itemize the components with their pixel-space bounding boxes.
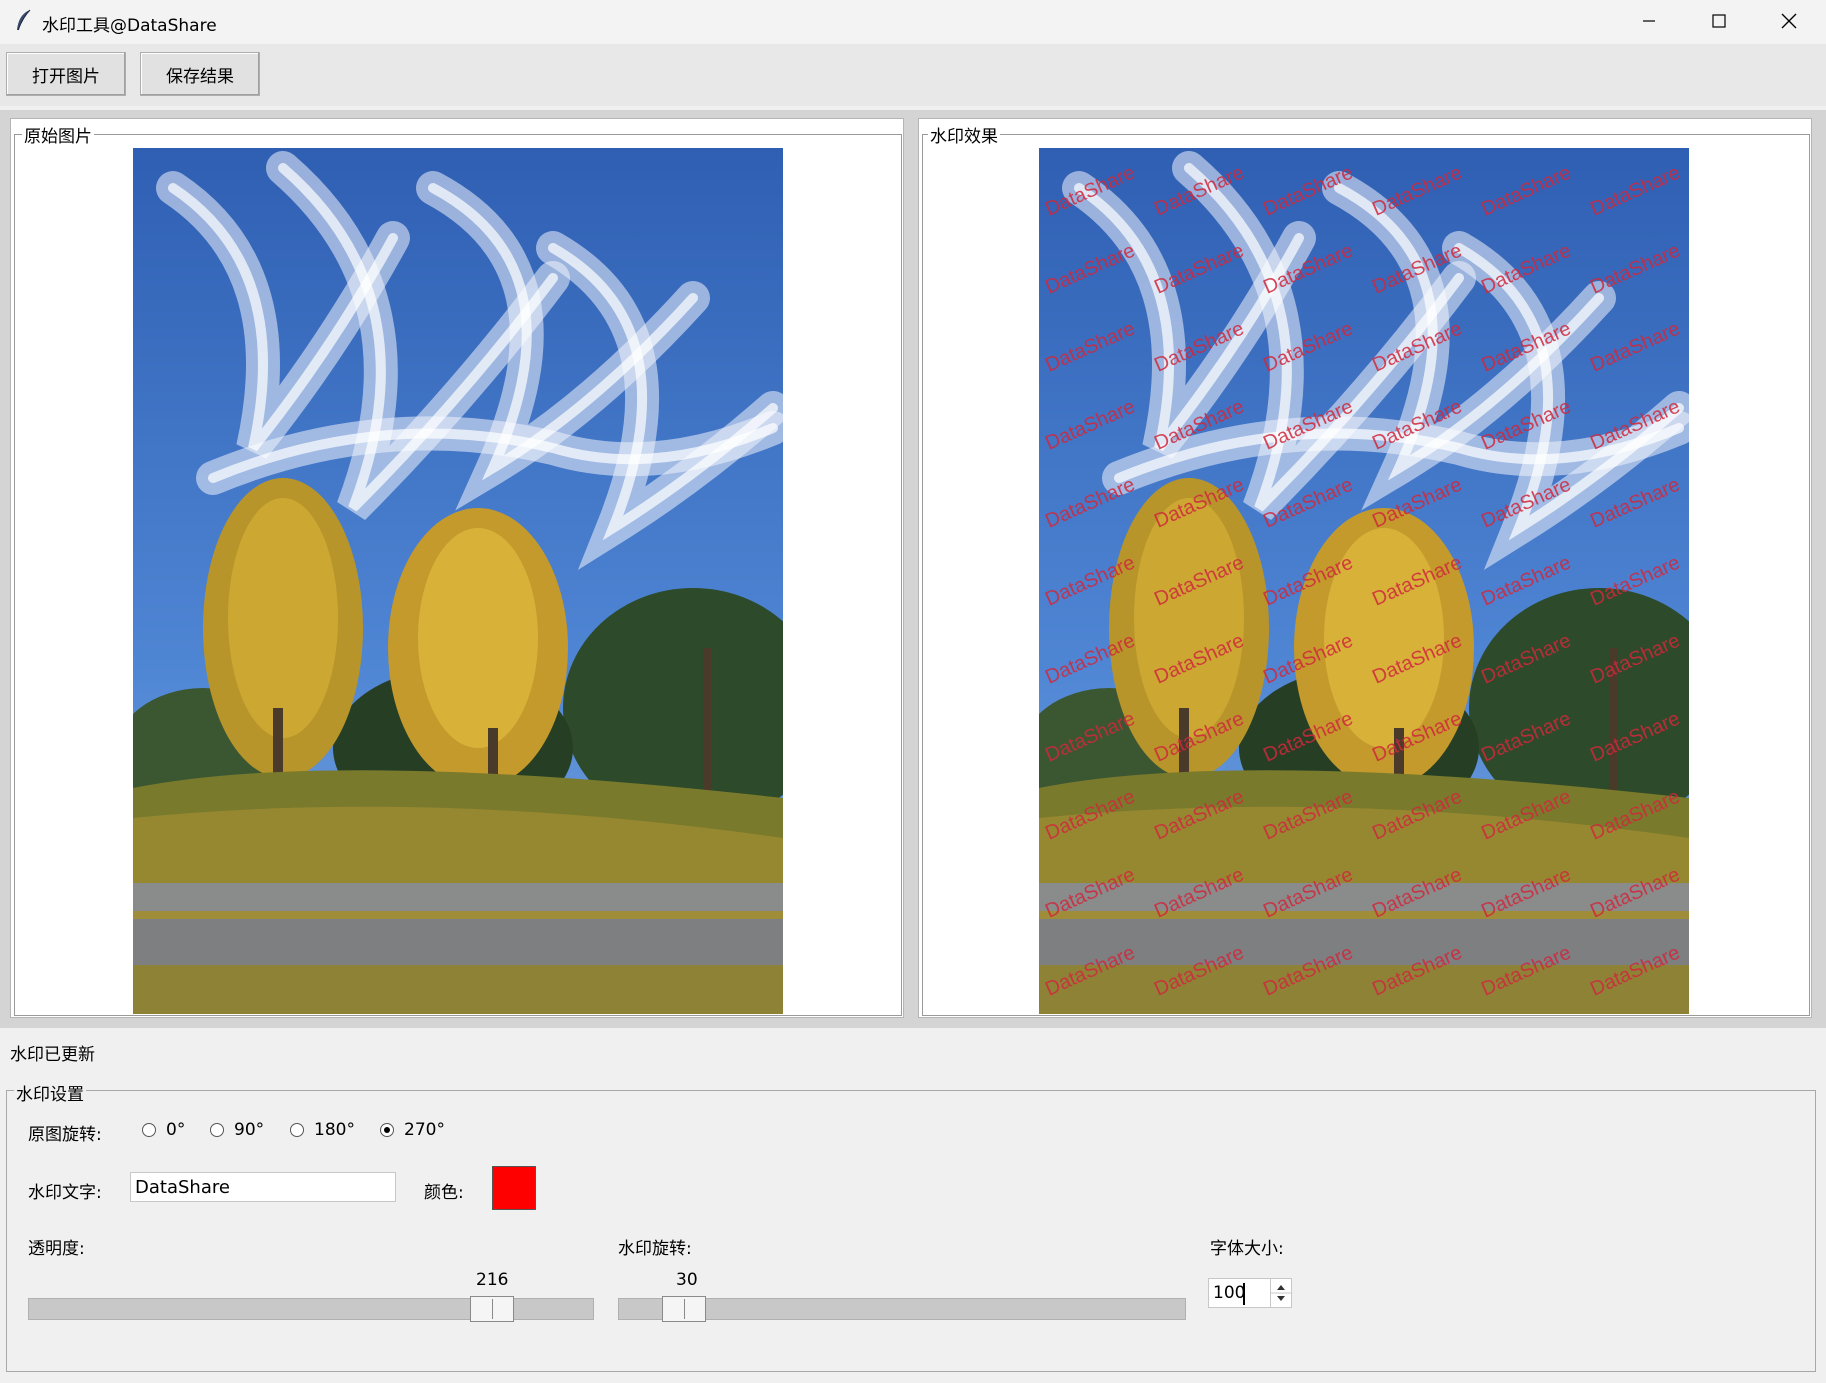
watermark-text-input[interactable] <box>130 1172 396 1202</box>
settings-group-label: 水印设置 <box>14 1080 86 1105</box>
rotation-radio-180[interactable]: 180° <box>290 1120 355 1140</box>
result-panel-label: 水印效果 <box>928 122 1000 147</box>
settings-group <box>6 1090 1816 1372</box>
feather-icon <box>12 8 34 34</box>
font-size-label: 字体大小: <box>1210 1239 1284 1259</box>
save-result-button[interactable]: 保存结果 <box>140 52 260 96</box>
color-swatch-button[interactable] <box>492 1166 536 1210</box>
rotation-radio-0[interactable]: 0° <box>142 1120 185 1140</box>
maximize-icon <box>1712 14 1726 28</box>
font-size-spinbox[interactable]: 100 <box>1208 1278 1292 1308</box>
opacity-slider-handle[interactable] <box>470 1296 515 1322</box>
close-icon <box>1781 13 1797 29</box>
toolbar <box>0 44 1826 106</box>
opacity-value: 216 <box>476 1270 509 1290</box>
radio-circle <box>210 1123 224 1137</box>
color-label: 颜色: <box>424 1183 464 1203</box>
opacity-label: 透明度: <box>28 1239 85 1259</box>
text-caret <box>1243 1283 1245 1305</box>
watermark-text-label: 水印文字: <box>28 1183 102 1203</box>
radio-circle <box>142 1123 156 1137</box>
original-image <box>133 148 783 1014</box>
watermark-rotation-label: 水印旋转: <box>618 1239 692 1259</box>
radio-circle <box>290 1123 304 1137</box>
spin-buttons <box>1270 1279 1291 1307</box>
radio-label: 180° <box>314 1120 355 1140</box>
window-title: 水印工具@DataShare <box>42 16 217 36</box>
rotation-label: 原图旋转: <box>28 1125 102 1145</box>
rotation-radio-270[interactable]: 270° <box>380 1120 445 1140</box>
maximize-button[interactable] <box>1684 0 1754 42</box>
radio-label: 270° <box>404 1120 445 1140</box>
close-button[interactable] <box>1754 0 1824 42</box>
minimize-button[interactable] <box>1614 0 1684 42</box>
spin-down-icon[interactable] <box>1277 1296 1285 1301</box>
watermark-rotation-slider-handle[interactable] <box>661 1296 706 1322</box>
font-size-value: 100 <box>1213 1283 1246 1303</box>
minimize-icon <box>1643 20 1655 22</box>
radio-circle-selected <box>380 1123 394 1137</box>
spin-up-icon[interactable] <box>1277 1285 1285 1290</box>
original-panel-label: 原始图片 <box>22 122 94 147</box>
radio-label: 0° <box>166 1120 186 1140</box>
radio-label: 90° <box>234 1120 265 1140</box>
watermarked-image: DataShare DataShare DataShare DataShare Data… <box>1039 148 1689 1014</box>
open-image-button[interactable]: 打开图片 <box>6 52 126 96</box>
watermark-rotation-value: 30 <box>676 1270 698 1290</box>
title-bar: 水印工具@DataShare <box>0 0 1826 45</box>
status-label: 水印已更新 <box>10 1045 95 1065</box>
rotation-radio-90[interactable]: 90° <box>210 1120 264 1140</box>
